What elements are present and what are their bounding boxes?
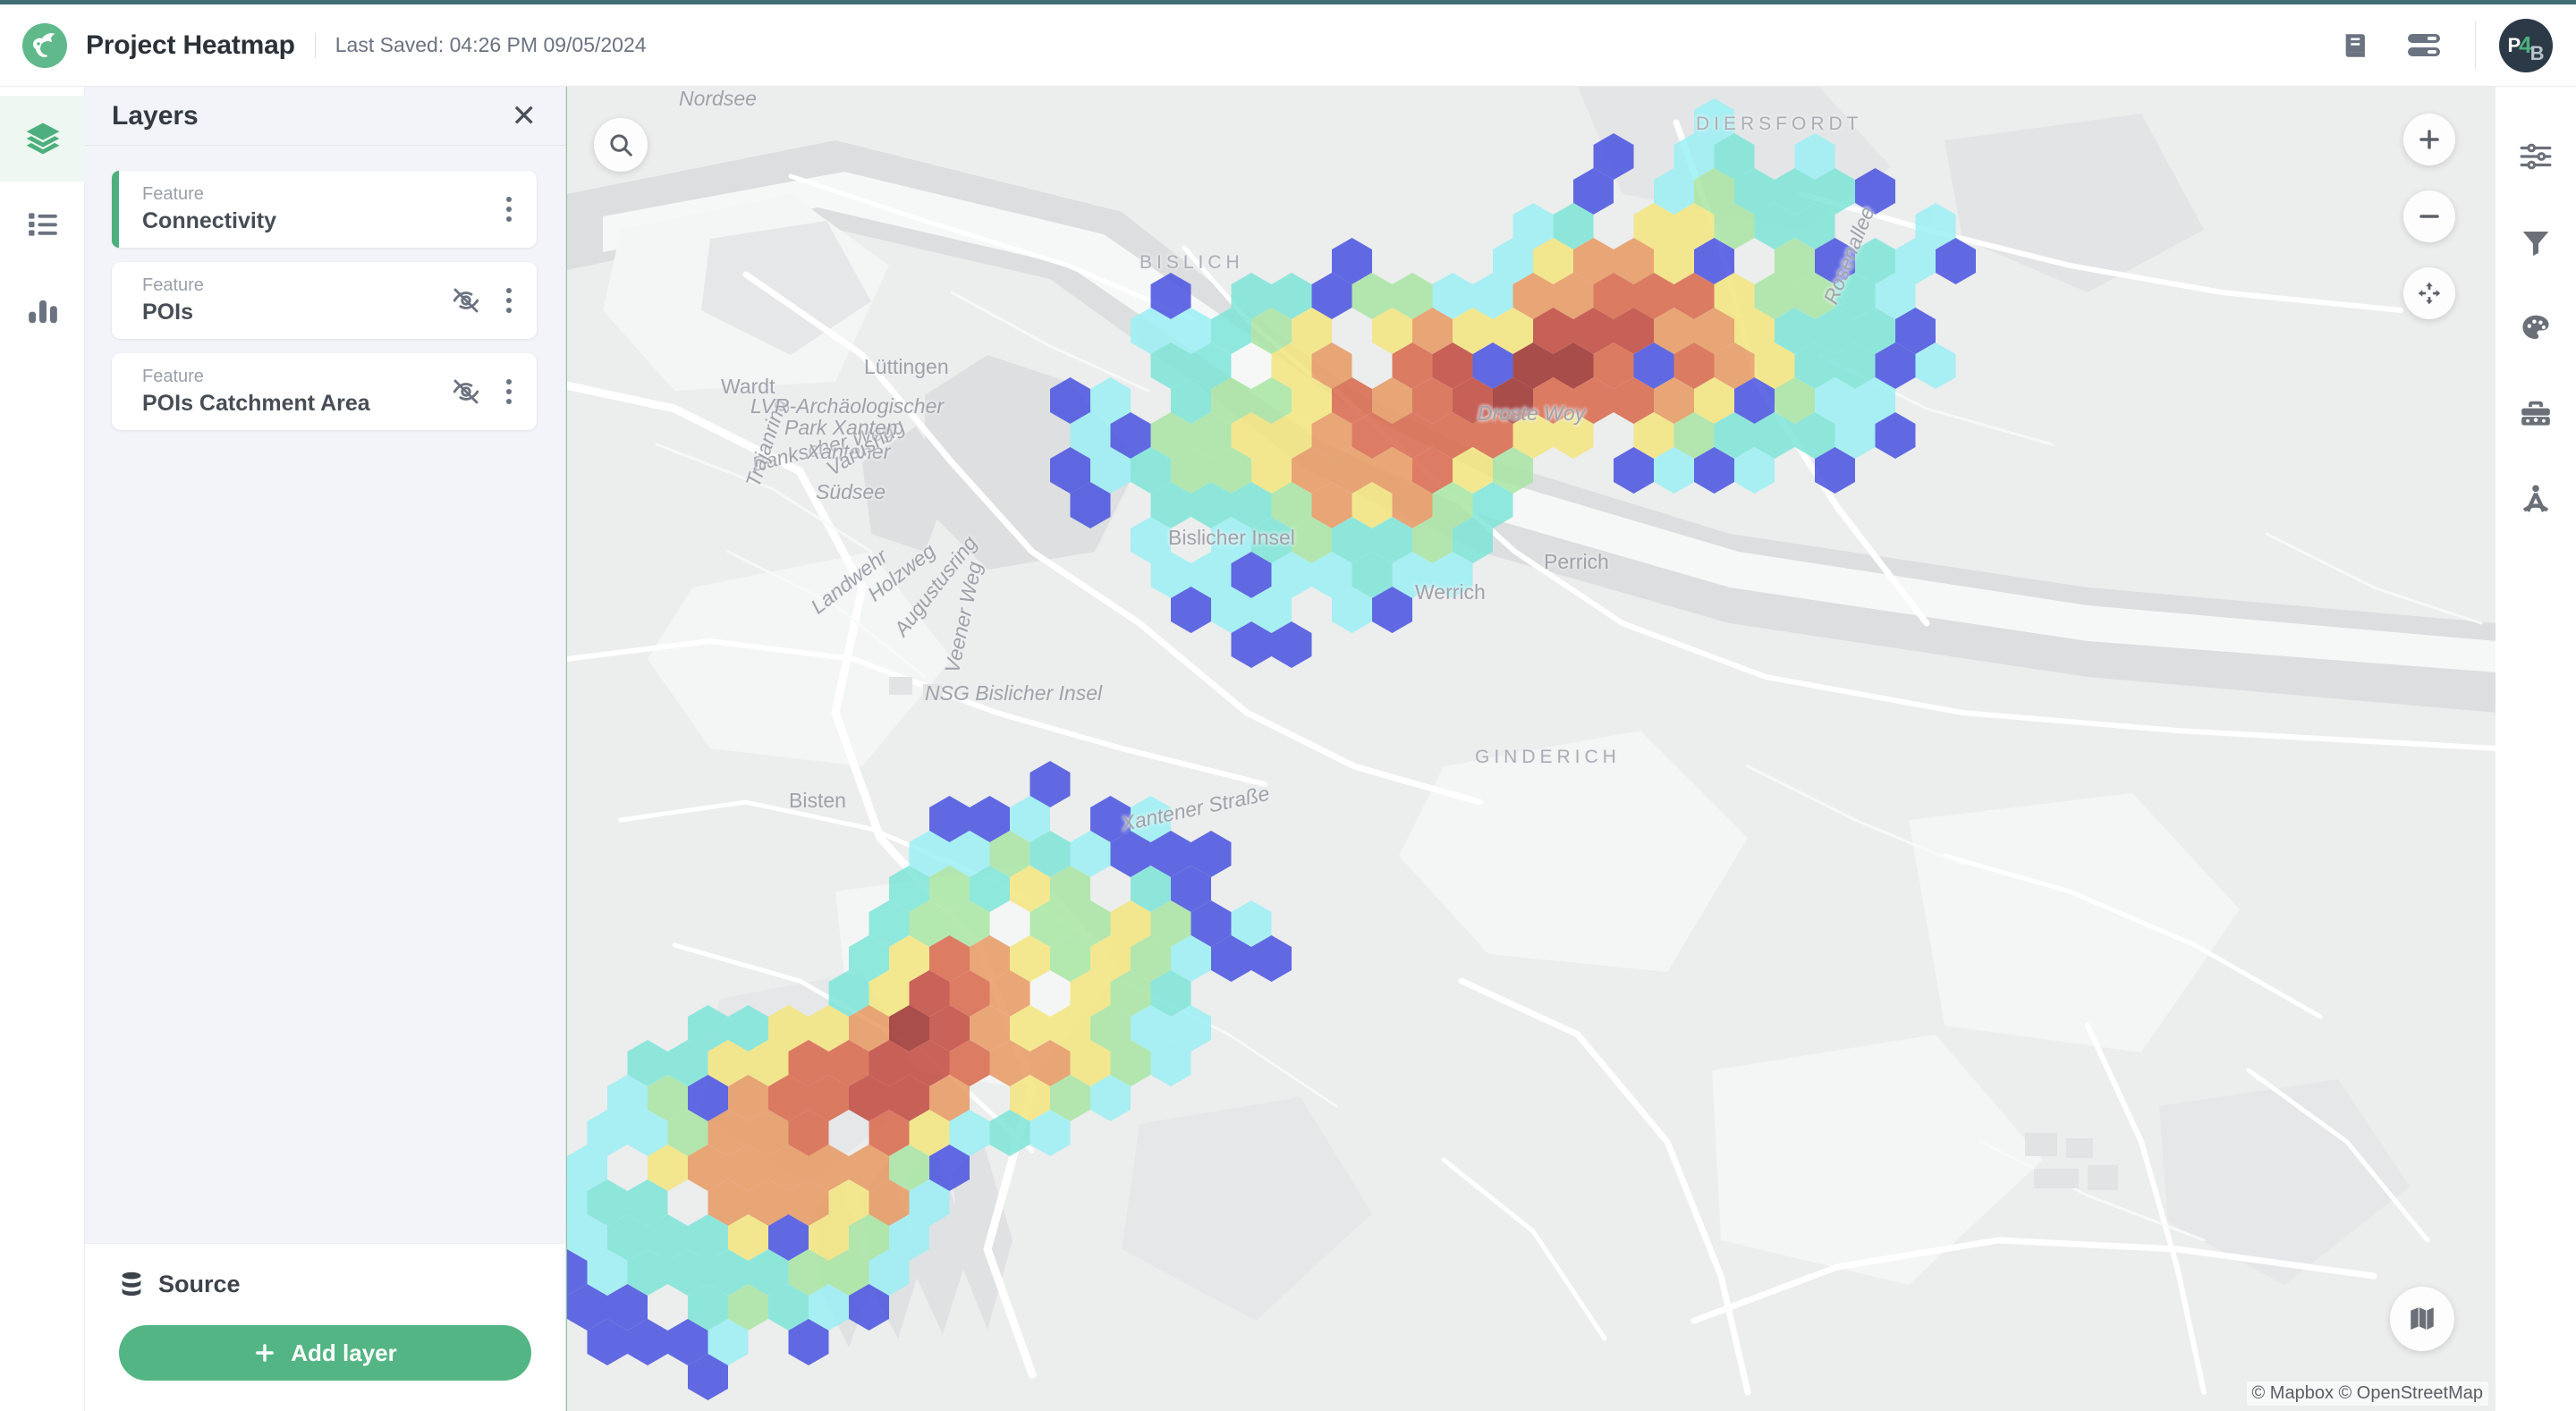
map-attribution: © Mapbox © OpenStreetMap: [2246, 1381, 2488, 1406]
sidebar-item-layers[interactable]: [0, 96, 85, 182]
source-row: Source: [119, 1271, 531, 1298]
compass-icon: [2522, 485, 2549, 512]
database-icon: [122, 1272, 141, 1296]
add-layer-label: Add layer: [291, 1339, 397, 1366]
funnel-icon: [2522, 232, 2549, 256]
layer-name-label: POIs Catchment Area: [142, 391, 370, 417]
split-view-icon[interactable]: [2403, 25, 2445, 66]
fullscreen-button[interactable]: [2403, 267, 2455, 319]
left-icon-rail: [0, 87, 85, 1411]
map-search-button[interactable]: [594, 118, 648, 172]
add-layer-button[interactable]: Add layer: [119, 1325, 531, 1381]
sliders-icon: [2520, 143, 2552, 170]
layers-panel-title: Layers: [112, 100, 199, 131]
plus-icon: [2419, 130, 2439, 149]
zoom-out-button[interactable]: [2403, 190, 2455, 242]
toolbox-icon: [2521, 401, 2550, 426]
layer-card-text: Feature Connectivity: [142, 182, 276, 236]
layer-card-actions: [497, 191, 521, 227]
properties-icon[interactable]: [2496, 114, 2576, 199]
last-saved-text: Last Saved: 04:26 PM 09/05/2024: [335, 33, 647, 56]
layer-name-label: Connectivity: [142, 208, 277, 234]
layer-card-actions: [451, 374, 521, 410]
close-icon[interactable]: ✕: [512, 101, 538, 131]
style-icon[interactable]: [2496, 285, 2576, 371]
layer-menu-icon[interactable]: [497, 283, 521, 318]
zoom-in-button[interactable]: [2403, 114, 2455, 165]
search-icon: [610, 134, 632, 156]
filter-icon[interactable]: [2496, 199, 2576, 285]
goat-logo-icon: [22, 22, 67, 68]
sidebar-item-charts[interactable]: [0, 267, 85, 353]
layers-panel-header: Layers ✕: [85, 87, 565, 145]
source-label: Source: [158, 1271, 241, 1297]
list-icon: [28, 213, 57, 236]
layer-menu-icon[interactable]: [497, 191, 521, 227]
right-icon-rail: [2496, 87, 2576, 1411]
sidebar-item-legend[interactable]: [0, 182, 85, 267]
palette-icon: [2522, 315, 2549, 340]
layers-icon: [26, 123, 59, 155]
measure-icon[interactable]: [2496, 457, 2576, 543]
layer-kind-label: Feature: [142, 367, 204, 387]
bar-chart-icon: [28, 300, 57, 324]
app-root: Project Heatmap Last Saved: 04:26 PM 09/…: [0, 0, 2576, 1411]
layers-panel: Layers ✕ Feature Connectivity Feature PO…: [85, 87, 566, 1411]
layer-card-connectivity[interactable]: Feature Connectivity: [112, 171, 537, 248]
map-canvas[interactable]: Nordsee Wardt Bankscher Weg Xantener Südsee L…: [566, 87, 2496, 1411]
app-header: Project Heatmap Last Saved: 04:26 PM 09/…: [0, 4, 2576, 87]
hexbin-heatmap-layer: [567, 98, 1976, 1400]
layers-panel-footer: Source Add layer: [85, 1243, 565, 1411]
layer-card-pois[interactable]: Feature POIs: [112, 262, 537, 339]
layers-list: Feature Connectivity Feature POIs Featur…: [85, 146, 565, 1243]
layer-kind-label: Feature: [142, 184, 204, 205]
minus-icon: [2419, 215, 2439, 218]
avatar-line-3: B: [2529, 41, 2545, 64]
eye-off-icon[interactable]: [451, 285, 481, 316]
header-divider-2: [2475, 21, 2476, 70]
avatar[interactable]: P 4 B: [2499, 18, 2553, 72]
header-actions: P 4 B: [2335, 18, 2553, 72]
layer-name-label: POIs: [142, 300, 193, 325]
layer-card-pois-catchment-area[interactable]: Feature POIs Catchment Area: [112, 353, 537, 430]
fullscreen-icon: [2418, 282, 2441, 305]
eye-off-icon[interactable]: [451, 376, 481, 407]
layer-card-text: Feature POIs Catchment Area: [142, 365, 370, 418]
page-title: Project Heatmap: [86, 30, 295, 60]
basemap-style-button[interactable]: [2390, 1287, 2454, 1351]
header-divider: [314, 32, 316, 58]
book-icon[interactable]: [2335, 25, 2377, 66]
layer-card-text: Feature POIs: [142, 274, 204, 327]
plus-icon: [256, 1344, 274, 1362]
map-icon: [2411, 1307, 2434, 1331]
layer-kind-label: Feature: [142, 275, 204, 296]
toolbox-icon[interactable]: [2496, 371, 2576, 457]
layer-card-actions: [451, 283, 521, 318]
layer-menu-icon[interactable]: [497, 374, 521, 410]
